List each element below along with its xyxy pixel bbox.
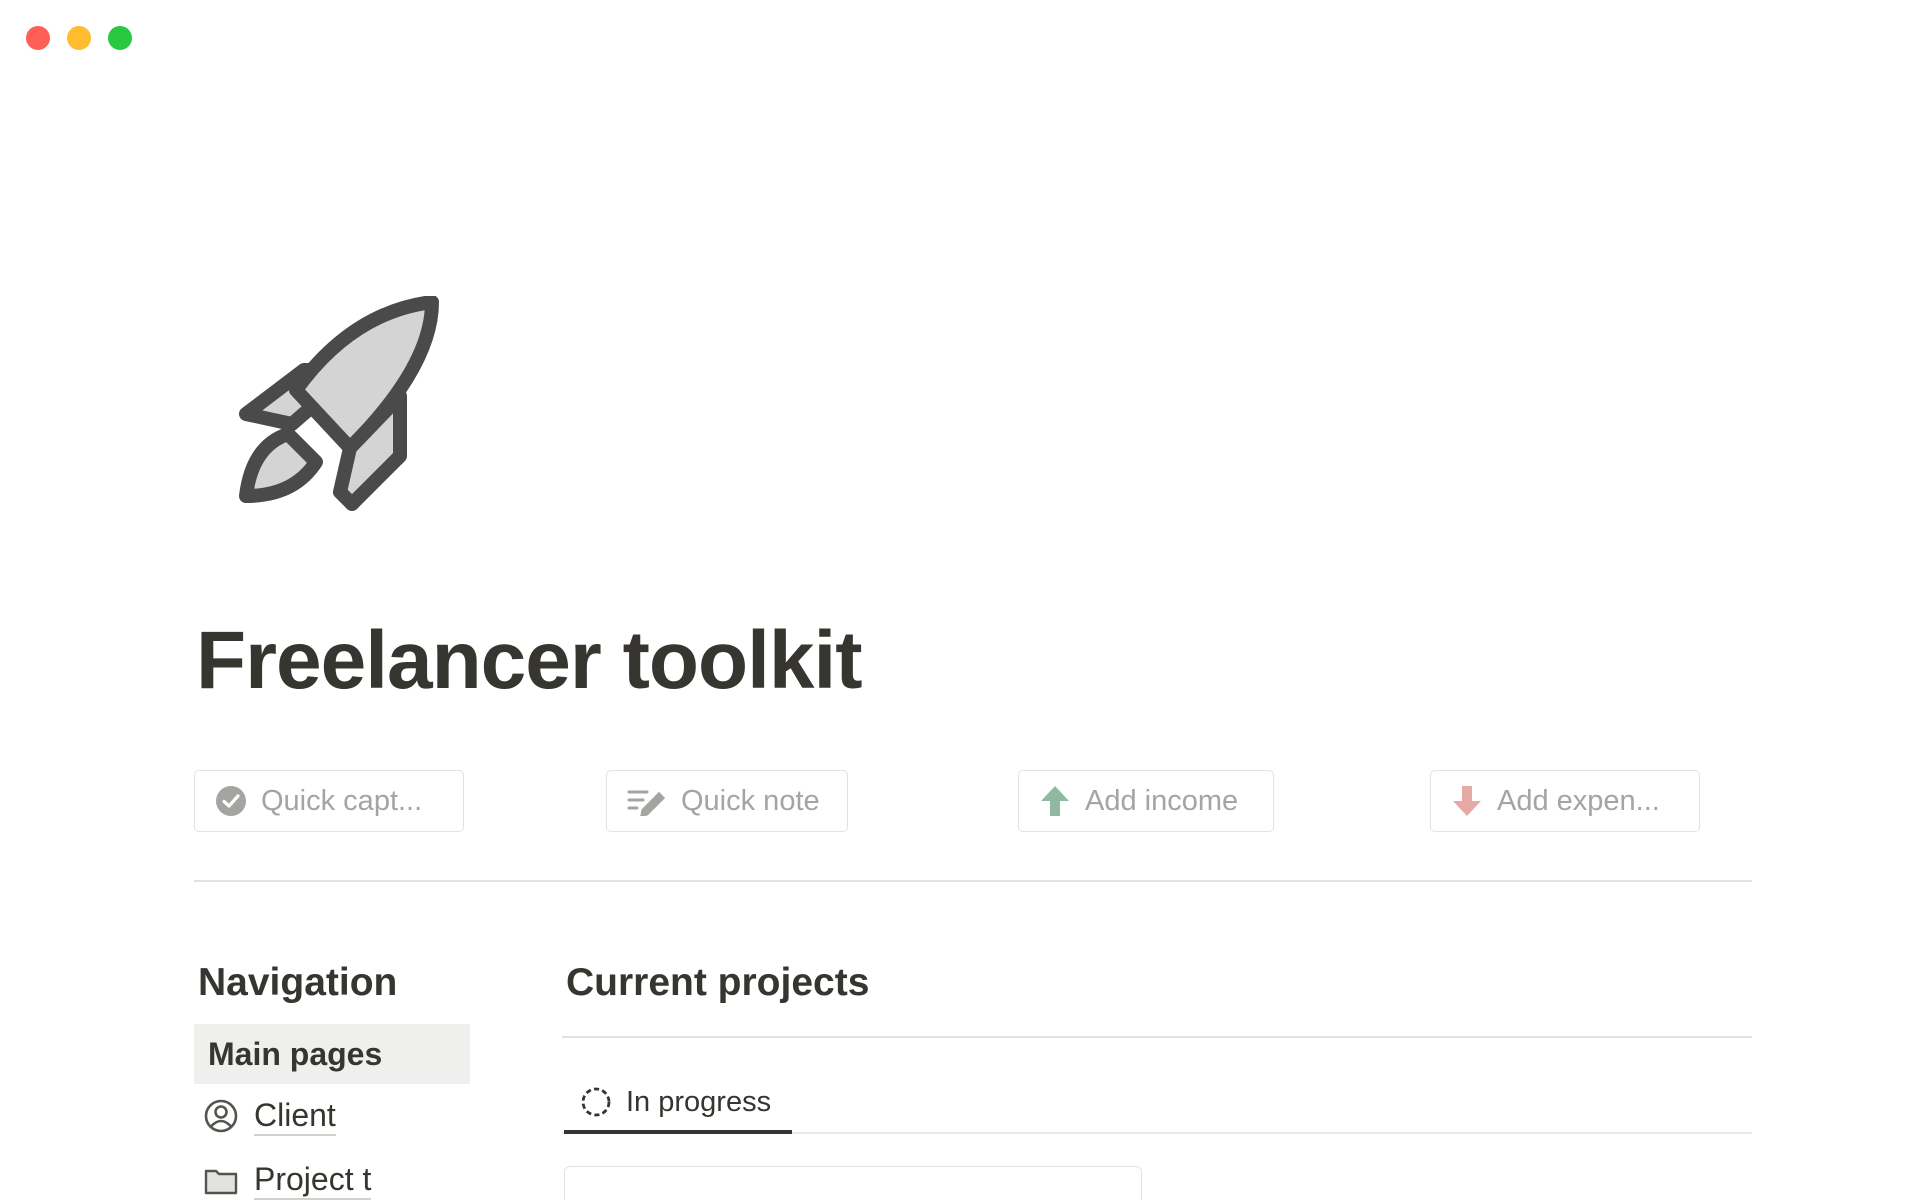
zoom-window-button[interactable] xyxy=(108,26,132,50)
navigation-heading: Navigation xyxy=(198,961,398,1004)
client-link-label: Client xyxy=(254,1096,336,1137)
tab-in-progress-label: In progress xyxy=(626,1085,772,1118)
dashed-circle-icon xyxy=(581,1087,611,1117)
user-circle-icon xyxy=(204,1099,238,1133)
quick-note-label: Quick note xyxy=(681,784,820,817)
main-pages-label: Main pages xyxy=(208,1035,383,1072)
current-projects-heading: Current projects xyxy=(566,961,870,1004)
page-title: Freelancer toolkit xyxy=(196,615,863,706)
active-tab-indicator xyxy=(564,1130,792,1134)
add-expense-button[interactable]: Add expen... xyxy=(1430,770,1700,832)
project-card[interactable] xyxy=(564,1166,1142,1200)
page: Freelancer toolkit Quick capt... Quick n… xyxy=(0,0,1920,1200)
arrow-down-icon xyxy=(1453,786,1481,816)
minimize-window-button[interactable] xyxy=(67,26,91,50)
add-income-label: Add income xyxy=(1085,784,1239,817)
arrow-up-icon xyxy=(1041,786,1069,816)
project-link[interactable]: Project t xyxy=(204,1160,372,1200)
check-circle-icon xyxy=(216,786,246,816)
add-income-button[interactable]: Add income xyxy=(1018,770,1274,832)
folder-icon xyxy=(204,1169,238,1195)
section-divider xyxy=(194,880,1752,882)
rocket-icon[interactable] xyxy=(232,295,450,514)
quick-note-button[interactable]: Quick note xyxy=(606,770,848,832)
projects-divider xyxy=(562,1036,1752,1038)
tab-in-progress[interactable]: In progress xyxy=(564,1072,787,1132)
quick-capture-label: Quick capt... xyxy=(261,784,423,817)
client-link[interactable]: Client xyxy=(204,1096,336,1137)
window-controls xyxy=(26,26,132,50)
main-pages-group[interactable]: Main pages xyxy=(194,1024,470,1084)
close-window-button[interactable] xyxy=(26,26,50,50)
note-edit-icon xyxy=(627,790,666,816)
project-link-label: Project t xyxy=(254,1160,372,1200)
quick-capture-button[interactable]: Quick capt... xyxy=(194,770,464,832)
add-expense-label: Add expen... xyxy=(1497,784,1660,817)
